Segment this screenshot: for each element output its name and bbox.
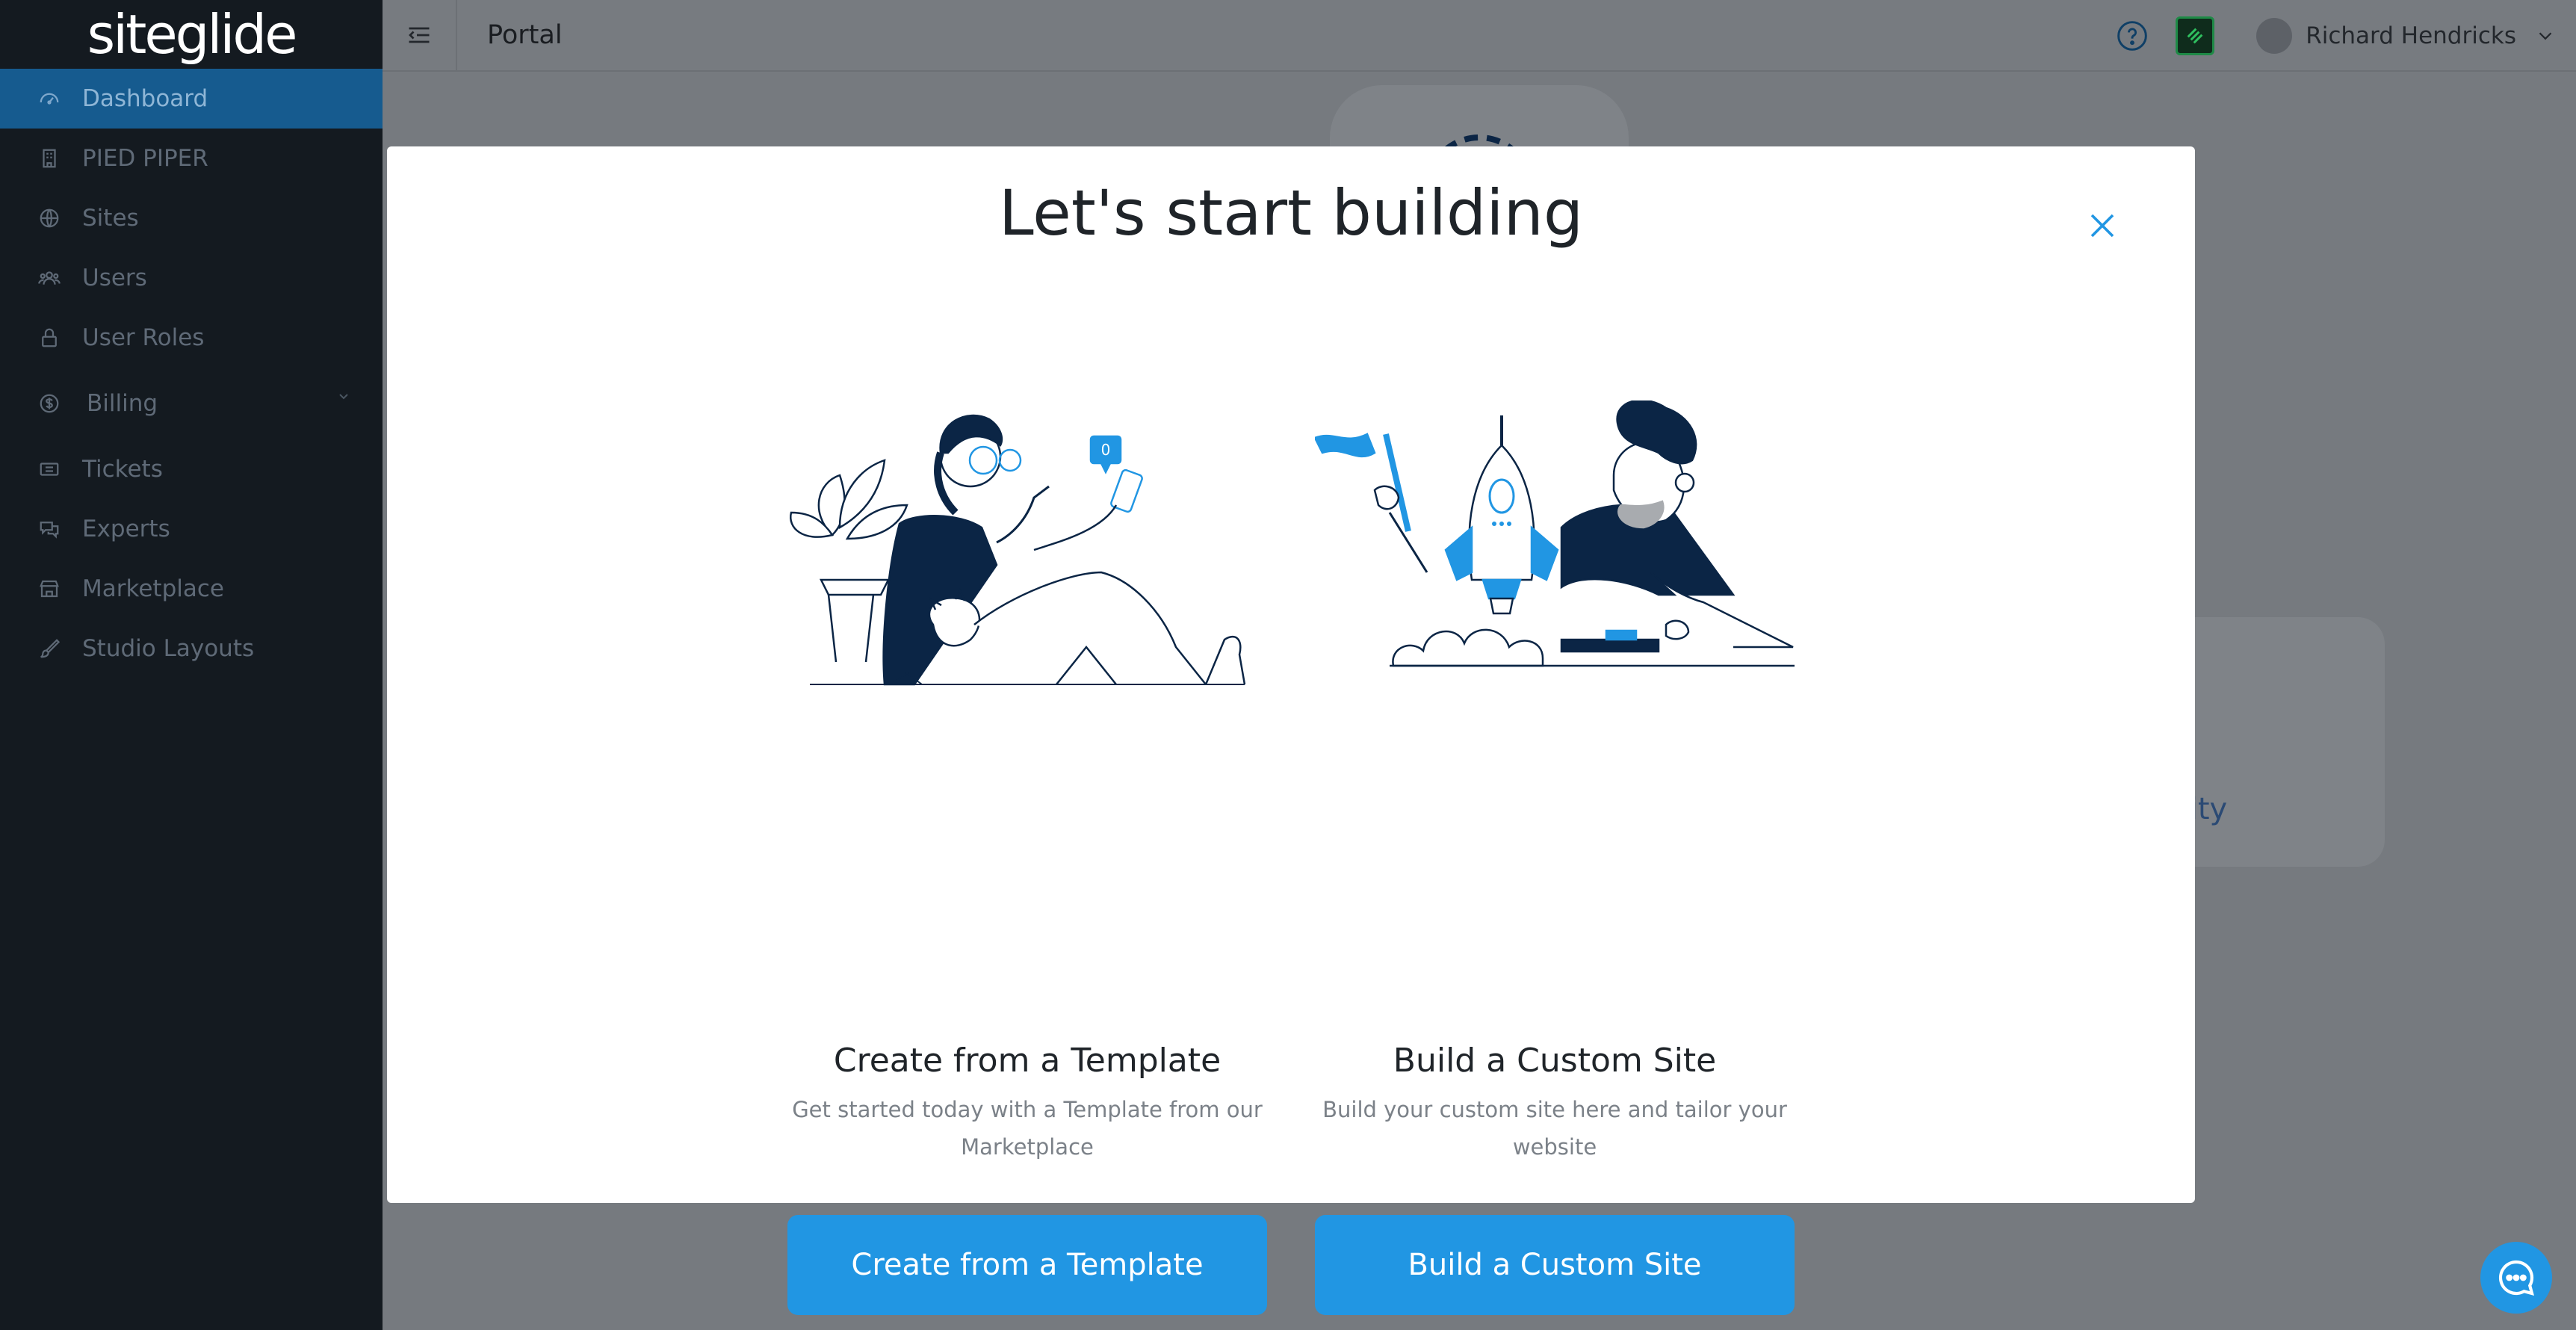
sidebar-item-label: Studio Layouts	[82, 635, 255, 662]
sidebar-item-label: Sites	[82, 205, 139, 232]
sidebar-item-tickets[interactable]: Tickets	[0, 439, 383, 499]
sidebar-item-studio-layouts[interactable]: Studio Layouts	[0, 619, 383, 678]
sidebar-item-label: Tickets	[82, 456, 163, 483]
store-icon	[37, 577, 61, 601]
sidebar-nav: Dashboard PIED PIPER Sites Users User Ro…	[0, 69, 383, 678]
start-building-modal: Let's start building 0 Create from a Tem…	[387, 146, 2195, 1315]
sidebar-item-pied-piper[interactable]: PIED PIPER	[0, 129, 383, 188]
ticket-icon	[37, 457, 61, 481]
sidebar-item-label: PIED PIPER	[82, 145, 208, 172]
sidebar-item-dashboard[interactable]: Dashboard	[0, 69, 383, 129]
sidebar-item-experts[interactable]: Experts	[0, 499, 383, 559]
avatar[interactable]	[2256, 18, 2293, 54]
close-icon[interactable]	[2084, 208, 2120, 244]
sidebar-item-label: Billing	[87, 390, 158, 417]
user-name[interactable]: Richard Hendricks	[2306, 22, 2516, 49]
chevron-down-icon[interactable]	[2534, 25, 2557, 47]
custom-site-option-description: Build your custom site here and tailor y…	[1322, 1097, 1787, 1160]
help-icon[interactable]	[2116, 19, 2149, 52]
sidebar-item-sites[interactable]: Sites	[0, 188, 383, 248]
chat-icon	[37, 517, 61, 541]
template-option-title: Create from a Template	[833, 1042, 1222, 1080]
modal-title: Let's start building	[998, 176, 1584, 250]
sidebar-item-user-roles[interactable]: User Roles	[0, 308, 383, 368]
template-option: 0 Create from a Template Get started tod…	[787, 400, 1267, 1315]
page-title: Portal	[487, 20, 563, 50]
build-custom-site-button[interactable]: Build a Custom Site	[1315, 1215, 1795, 1315]
template-option-description: Get started today with a Template from o…	[792, 1097, 1263, 1160]
custom-site-option-title: Build a Custom Site	[1393, 1042, 1717, 1080]
app-switcher-icon[interactable]	[2176, 16, 2215, 55]
users-icon	[37, 266, 61, 290]
chat-bubble-icon	[2498, 1260, 2534, 1296]
custom-site-option: Build a Custom Site Build your custom si…	[1315, 400, 1795, 1315]
notification-count: 0	[1101, 441, 1111, 459]
siteglide-logo[interactable]: siteglide	[0, 0, 383, 69]
man-with-rocket-illustration	[1315, 400, 1795, 667]
sidebar-item-label: User Roles	[82, 324, 205, 351]
woman-with-phone-illustration: 0	[790, 414, 1246, 686]
sidebar: siteglide Dashboard PIED PIPER Sites Use…	[0, 0, 383, 1330]
collapse-menu-icon	[409, 27, 430, 43]
chevron-down-icon[interactable]	[335, 387, 353, 405]
sidebar-item-label: Users	[82, 265, 147, 291]
brush-icon	[37, 637, 61, 661]
dollar-icon	[37, 392, 61, 415]
globe-icon	[37, 206, 61, 230]
building-icon	[37, 146, 61, 170]
sidebar-item-billing[interactable]: Billing	[0, 368, 383, 439]
sidebar-item-label: Dashboard	[82, 85, 208, 112]
sidebar-item-users[interactable]: Users	[0, 248, 383, 308]
user-area: Richard Hendricks	[2116, 0, 2576, 72]
menu-toggle-button[interactable]	[383, 0, 457, 71]
dashboard-icon	[37, 87, 61, 111]
sidebar-item-label: Experts	[82, 516, 170, 542]
sidebar-item-label: Marketplace	[82, 575, 224, 602]
top-bar: Portal Richard Hendricks	[383, 0, 2576, 72]
live-chat-button[interactable]	[2480, 1242, 2552, 1314]
sidebar-item-marketplace[interactable]: Marketplace	[0, 559, 383, 619]
create-from-template-button[interactable]: Create from a Template	[787, 1215, 1267, 1315]
lock-icon	[37, 326, 61, 350]
